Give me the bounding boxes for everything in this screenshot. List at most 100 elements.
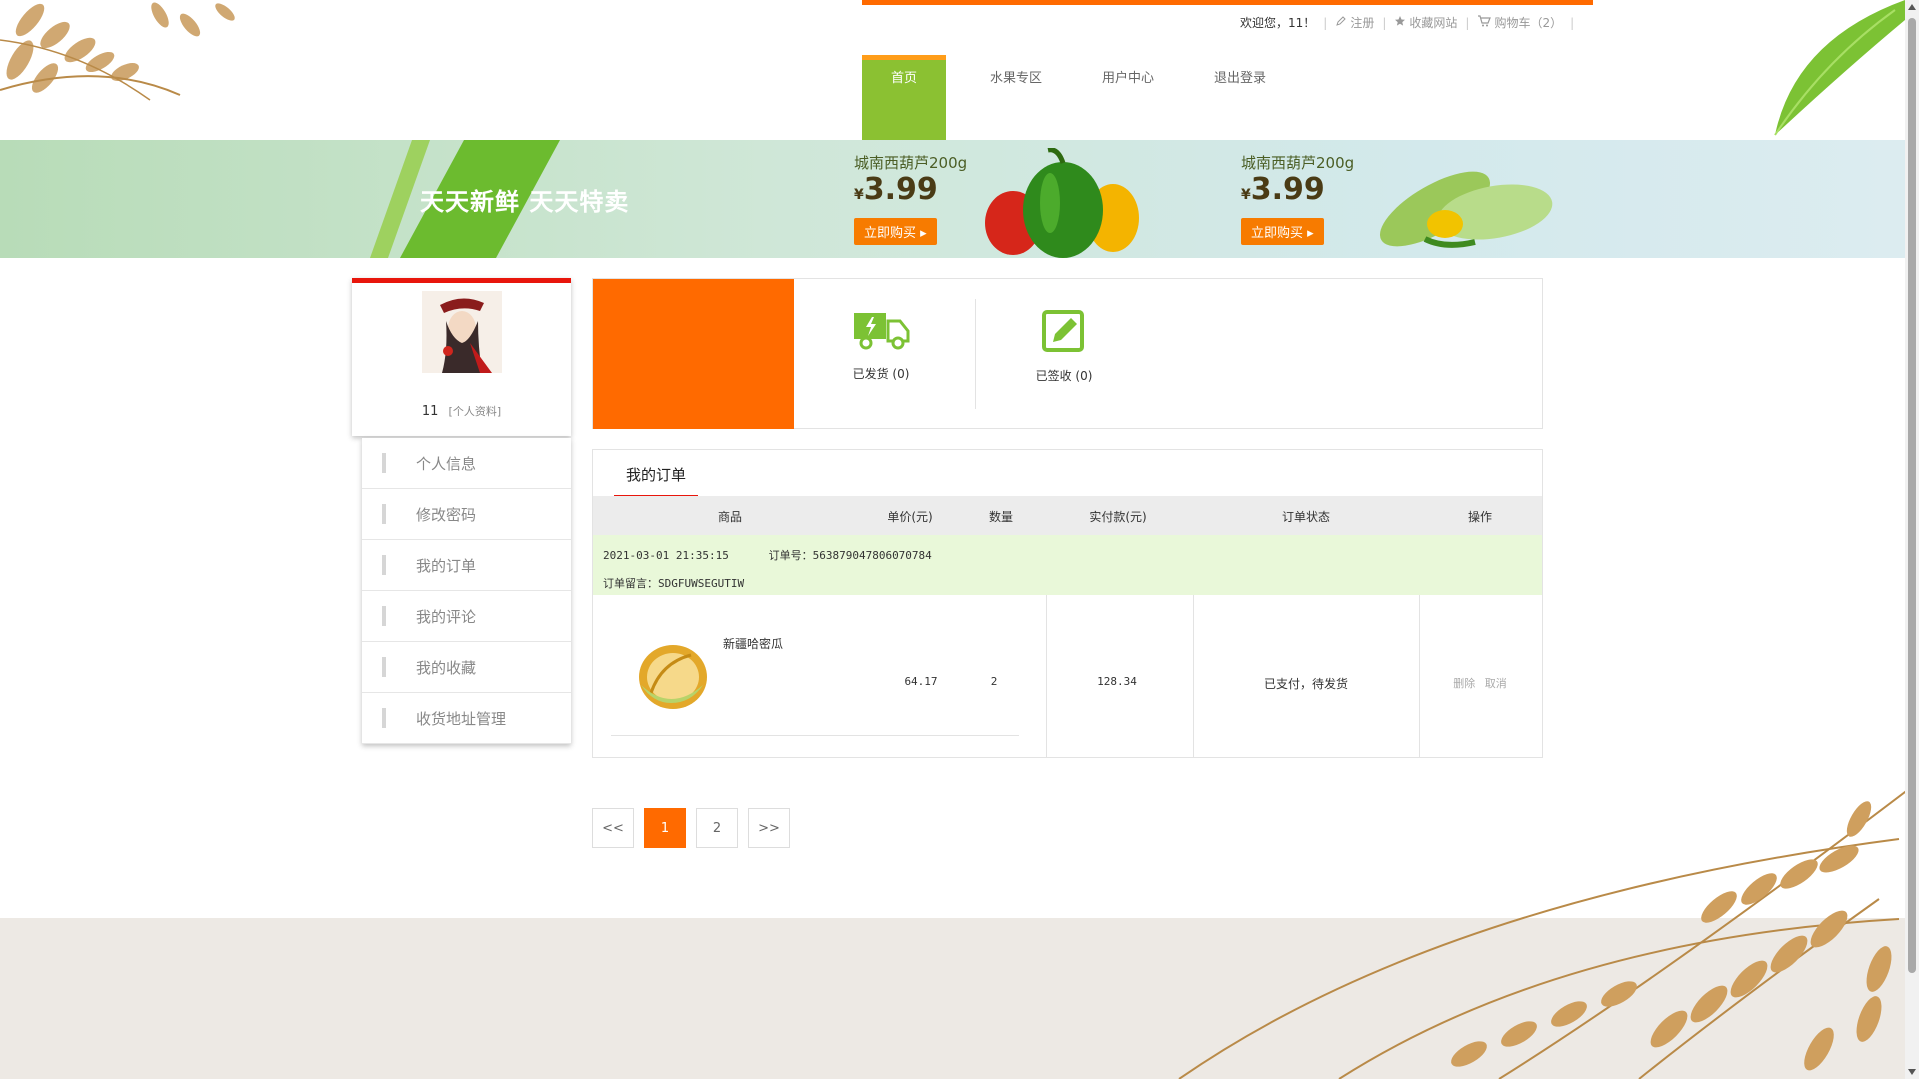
banner-slogan: 天天新鲜 天天特卖 xyxy=(420,188,630,216)
scroll-thumb[interactable] xyxy=(1908,18,1916,973)
nav-item-fruit-zone[interactable]: 水果专区 xyxy=(960,55,1072,140)
profile-details-link[interactable]: [个人资料] xyxy=(449,405,502,418)
profile-card: 11 [个人资料] xyxy=(352,278,571,436)
promo-banner: 天天新鲜 天天特卖 城南西葫芦200g ¥3.99 立即购买 ▸ 城南西葫芦20… xyxy=(0,140,1905,258)
profile-name-row: 11 [个人资料] xyxy=(352,403,571,419)
sidebar-item-label: 我的收藏 xyxy=(416,658,477,677)
wheat-decoration-bottom-right xyxy=(1139,779,1919,1079)
sidebar-item-change-password[interactable]: 修改密码 xyxy=(362,489,571,540)
pagination-page[interactable]: 2 xyxy=(696,808,738,848)
buy-now-button[interactable]: 立即购买 ▸ xyxy=(854,218,937,245)
order-meta: 2021-03-01 21:35:15 订单号：5638790478060707… xyxy=(593,535,1542,595)
star-icon xyxy=(1394,15,1406,30)
promo-price-value: 3.99 xyxy=(863,172,938,207)
my-orders-panel: 我的订单 商品 单价(元) 数量 实付款(元) 订单状态 操作 2021-03-… xyxy=(592,449,1543,758)
delete-order-link[interactable]: 删除 xyxy=(1453,677,1475,690)
separator: | xyxy=(1570,15,1575,30)
separator: | xyxy=(1323,15,1328,30)
pagination-page[interactable]: 1 xyxy=(644,808,686,848)
buy-now-button[interactable]: 立即购买 ▸ xyxy=(1241,218,1324,245)
truck-icon xyxy=(852,313,910,355)
register-label: 注册 xyxy=(1350,16,1375,30)
order-remark-line: 订单留言：SDGFUWSEGUTIW xyxy=(603,575,744,591)
sidebar-item-marker xyxy=(382,453,386,473)
edit-icon xyxy=(1041,310,1087,357)
cart-link[interactable]: 购物车（2） xyxy=(1477,14,1562,31)
sidebar-item-label: 个人信息 xyxy=(416,454,477,473)
scroll-down-icon[interactable] xyxy=(1908,1069,1916,1075)
zucchini-image xyxy=(1365,154,1565,258)
column-header: 数量 xyxy=(988,510,1014,524)
unit-price: 64.17 xyxy=(904,675,938,688)
nav-item-user-center[interactable]: 用户中心 xyxy=(1072,55,1184,140)
tab-my-orders[interactable]: 我的订单 xyxy=(614,464,698,498)
divider xyxy=(1419,595,1420,757)
nav-item-logout[interactable]: 退出登录 xyxy=(1184,55,1296,140)
column-header: 操作 xyxy=(1467,510,1493,524)
sidebar-item-label: 我的订单 xyxy=(416,556,477,575)
favorite-site-link[interactable]: 收藏网站 xyxy=(1394,14,1457,31)
main-nav: 首页 水果专区 用户中心 退出登录 xyxy=(862,55,1296,140)
order-remark: SDGFUWSEGUTIW xyxy=(658,577,745,590)
currency-symbol: ¥ xyxy=(854,187,864,203)
pepper-image xyxy=(978,147,1148,258)
sidebar-item-label: 修改密码 xyxy=(416,505,477,524)
status-accent-block xyxy=(593,279,794,429)
pencil-icon xyxy=(1335,15,1347,30)
separator: | xyxy=(1382,15,1387,30)
divider xyxy=(1193,595,1194,757)
column-header: 实付款(元) xyxy=(1089,510,1147,524)
nav-item-home[interactable]: 首页 xyxy=(862,55,946,140)
order-number-label: 订单号： xyxy=(768,549,813,562)
sidebar-menu: 个人信息 修改密码 我的订单 我的评论 我的收藏 收货地址管理 xyxy=(362,438,571,744)
sidebar-item-label: 我的评论 xyxy=(416,607,477,626)
sidebar-item-marker xyxy=(382,657,386,677)
leaf-decoration-top-right xyxy=(1735,0,1905,140)
avatar[interactable] xyxy=(422,291,502,373)
product-image[interactable] xyxy=(631,633,711,713)
order-row: 新疆哈密瓜 64.17 2 128.34 已支付，待发货 删除 取消 xyxy=(593,595,1542,757)
currency-symbol: ¥ xyxy=(1241,187,1251,203)
sidebar-item-address-management[interactable]: 收货地址管理 xyxy=(362,693,571,744)
order-status-panel: 已发货 (0) 已签收 (0) xyxy=(592,278,1543,429)
separator: | xyxy=(1465,15,1470,30)
column-header: 单价(元) xyxy=(887,510,933,524)
wheat-decoration-top-left xyxy=(0,0,300,115)
order-remark-label: 订单留言： xyxy=(603,577,658,590)
favorite-site-label: 收藏网站 xyxy=(1409,16,1458,30)
sidebar-item-personal-info[interactable]: 个人信息 xyxy=(362,438,571,489)
sidebar-item-marker xyxy=(382,504,386,524)
order-datetime: 2021-03-01 21:35:15 xyxy=(603,549,729,562)
sidebar-item-marker xyxy=(382,708,386,728)
sidebar-item-my-orders[interactable]: 我的订单 xyxy=(362,540,571,591)
order-state: 已支付，待发货 xyxy=(1263,677,1349,691)
cancel-order-link[interactable]: 取消 xyxy=(1485,677,1507,690)
status-received[interactable]: 已签收 (0) xyxy=(1004,309,1124,384)
paid-amount: 128.34 xyxy=(1097,675,1137,688)
status-received-label: 已签收 (0) xyxy=(1035,369,1093,383)
quantity: 2 xyxy=(990,675,998,688)
sidebar-item-marker xyxy=(382,606,386,626)
welcome-text: 欢迎您，11！ xyxy=(1240,16,1316,30)
scroll-up-icon[interactable] xyxy=(1908,4,1916,10)
cart-icon xyxy=(1477,15,1492,30)
user-name: 11 xyxy=(421,404,439,419)
vertical-scrollbar[interactable] xyxy=(1905,0,1919,1079)
sidebar-item-my-favorites[interactable]: 我的收藏 xyxy=(362,642,571,693)
top-accent-line xyxy=(862,0,1593,5)
pagination-prev[interactable]: << xyxy=(592,808,634,848)
cart-label: 购物车（2） xyxy=(1494,16,1563,30)
orders-table-header: 商品 单价(元) 数量 实付款(元) 订单状态 操作 xyxy=(593,496,1542,535)
divider xyxy=(1046,595,1047,757)
order-number: 563879047806070784 xyxy=(812,549,932,562)
column-header: 订单状态 xyxy=(1281,510,1331,524)
register-link[interactable]: 注册 xyxy=(1335,14,1374,31)
product-name[interactable]: 新疆哈密瓜 xyxy=(723,635,783,652)
pagination-next[interactable]: >> xyxy=(748,808,790,848)
promo-price-value: 3.99 xyxy=(1250,172,1325,207)
status-shipped[interactable]: 已发货 (0) xyxy=(821,309,941,382)
sidebar-item-my-reviews[interactable]: 我的评论 xyxy=(362,591,571,642)
divider xyxy=(975,299,976,409)
sidebar-item-marker xyxy=(382,555,386,575)
sidebar-item-label: 收货地址管理 xyxy=(416,709,507,728)
